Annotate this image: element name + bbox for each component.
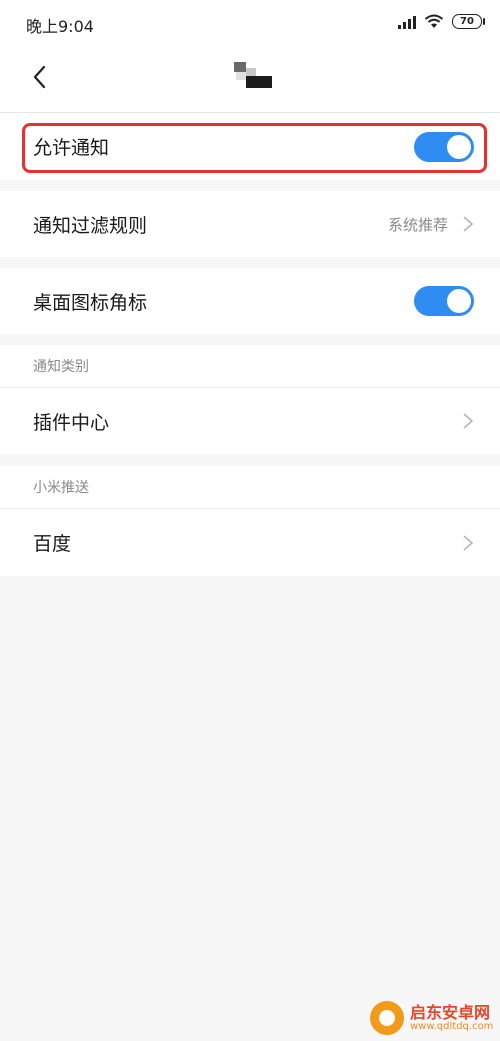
list-item-label: 百度 xyxy=(33,533,72,555)
app-logo xyxy=(232,62,274,90)
watermark-url: www.qdltdq.com xyxy=(410,1021,494,1033)
filter-rules-row[interactable]: 通知过滤规则 系统推荐 xyxy=(0,191,500,257)
badge-toggle[interactable] xyxy=(414,286,474,316)
status-icons: 70 xyxy=(398,14,485,29)
filter-rules-label: 通知过滤规则 xyxy=(33,214,148,237)
toggle-knob xyxy=(447,289,471,313)
watermark-text: 启东安卓网 www.qdltdq.com xyxy=(410,1004,493,1033)
allow-notifications-toggle[interactable] xyxy=(414,131,474,162)
allow-notifications-label: 允许通知 xyxy=(33,137,110,159)
status-time: 晚上9:04 xyxy=(26,17,94,36)
chevron-right-icon xyxy=(463,534,474,551)
list-item-label: 插件中心 xyxy=(33,411,110,434)
signal-icon xyxy=(398,15,416,29)
badge-group: 桌面图标角标 xyxy=(0,268,500,334)
back-button[interactable] xyxy=(26,62,56,92)
list-item-baidu[interactable]: 百度 xyxy=(0,509,500,576)
wifi-icon xyxy=(424,14,444,29)
list-item-plugin-center[interactable]: 插件中心 xyxy=(0,388,500,454)
filter-rules-value: 系统推荐 xyxy=(387,215,448,234)
push-section-title: 小米推送 xyxy=(0,466,500,509)
top-bar xyxy=(0,46,500,113)
toggle-knob xyxy=(447,134,471,159)
watermark-title: 启东安卓网 xyxy=(410,1002,491,1022)
watermark: 启东安卓网 www.qdltdq.com xyxy=(370,1001,493,1035)
status-bar: 晚上9:04 70 xyxy=(0,0,500,46)
filter-rules-group: 通知过滤规则 系统推荐 xyxy=(0,191,500,257)
push-group: 小米推送 百度 xyxy=(0,466,500,576)
categories-section-title: 通知类别 xyxy=(0,345,500,388)
battery-icon: 70 xyxy=(452,14,485,29)
chevron-right-icon xyxy=(463,216,474,232)
badge-row[interactable]: 桌面图标角标 xyxy=(0,268,500,334)
chevron-right-icon xyxy=(463,413,474,429)
categories-group: 通知类别 插件中心 xyxy=(0,345,500,454)
badge-label: 桌面图标角标 xyxy=(33,291,148,314)
chevron-left-icon xyxy=(33,65,46,89)
allow-notifications-group: 允许通知 xyxy=(0,113,500,180)
allow-notifications-row[interactable]: 允许通知 xyxy=(0,113,500,180)
watermark-logo-icon xyxy=(370,1001,404,1035)
